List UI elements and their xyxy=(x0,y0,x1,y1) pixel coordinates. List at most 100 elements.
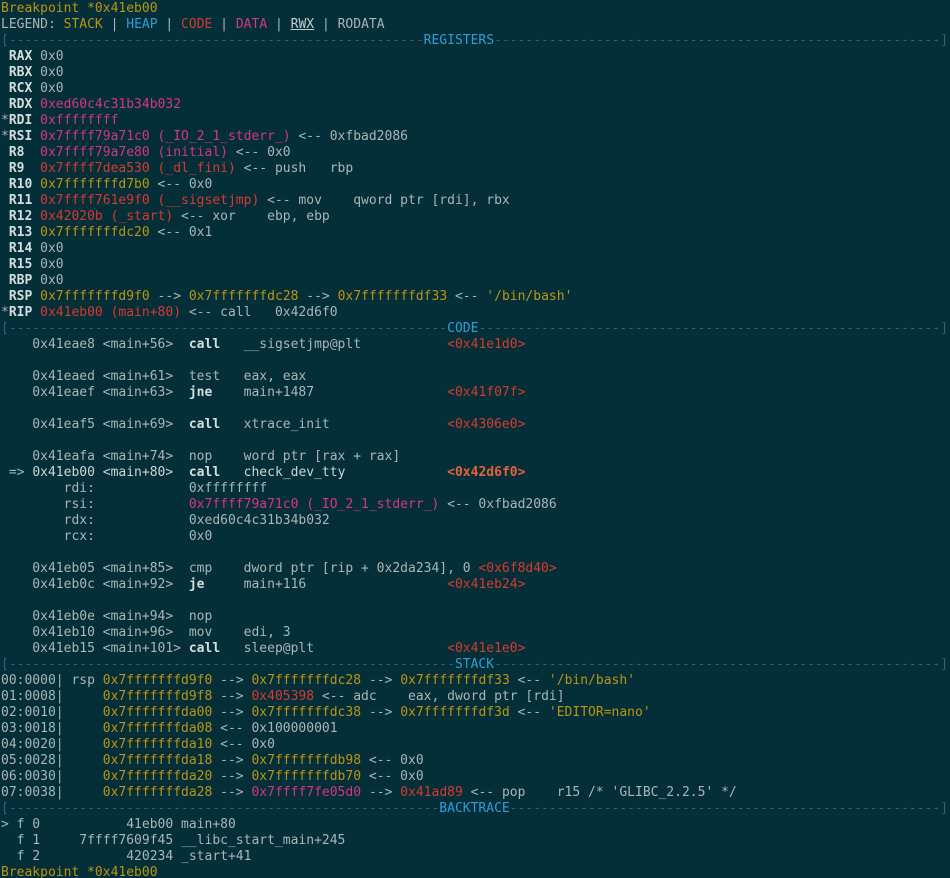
text-segment: 0x41eb00 <main+80> xyxy=(32,465,189,480)
text-segment: '/bin/bash' xyxy=(549,673,635,688)
register-row: R12 0x42020b (_start) <-- xor ebp, ebp xyxy=(1,209,950,225)
debugger-terminal[interactable]: Breakpoint *0x41eb00LEGEND: STACK | HEAP… xyxy=(0,0,950,878)
text-segment: 06:0030| xyxy=(1,769,103,784)
text-segment: 0x7fffffffd7b0 xyxy=(40,177,150,192)
text-segment: R12 xyxy=(1,209,40,224)
breakpoint-banner: Breakpoint *0x41eb00 xyxy=(1,1,950,17)
text-segment: 0x7fffffffdb70 xyxy=(251,769,361,784)
text-segment: 0x41eb00 (main+80) xyxy=(40,305,181,320)
text-segment: 0x0 xyxy=(40,49,63,64)
text-segment: R8 xyxy=(1,145,40,160)
backtrace-row: f 1 7ffff7609f45 __libc_start_main+245 xyxy=(1,833,950,849)
text-segment: | xyxy=(267,17,290,32)
text-segment: <-- 0x1 xyxy=(150,225,213,240)
stack-row: 00:0000| rsp 0x7fffffffd9f0 --> 0x7fffff… xyxy=(1,673,950,689)
register-row: R11 0x7ffff761e9f0 (__sigsetjmp) <-- mov… xyxy=(1,193,950,209)
text-segment: <-- 0xfbad2086 xyxy=(291,129,408,144)
disasm-row: 0x41eb10 <main+96> mov edi, 3 xyxy=(1,625,950,641)
divider-dashes: [---------------------------------------… xyxy=(1,321,447,336)
text-segment: 0xed60c4c31b34b032 xyxy=(40,97,181,112)
text-segment: CODE xyxy=(181,17,212,32)
text-segment: RDX xyxy=(1,97,40,112)
backtrace-divider: [---------------------------------------… xyxy=(1,801,950,817)
text-segment: 0x7fffffffdc28 xyxy=(251,673,361,688)
text-segment: <-- 0x0 xyxy=(212,737,275,752)
text-segment: <-- 0x0 xyxy=(361,769,424,784)
registers-divider: [---------------------------------------… xyxy=(1,33,950,49)
stack-row: 04:0020| 0x7fffffffda10 <-- 0x0 xyxy=(1,737,950,753)
text-segment: <0x4306e0> xyxy=(447,417,525,432)
text-segment: RCX xyxy=(1,81,40,96)
code-divider: [---------------------------------------… xyxy=(1,321,950,337)
text-segment: 0x7fffffffda20 xyxy=(103,769,213,784)
divider-dashes: [---------------------------------------… xyxy=(1,801,439,816)
text-segment: R11 xyxy=(1,193,40,208)
text-segment: call xyxy=(189,417,220,432)
text-segment: 0x41eafa <main+74> xyxy=(1,449,189,464)
blank-row xyxy=(1,593,950,609)
text-segment: RSP xyxy=(1,289,40,304)
text-segment: 0xffffffff xyxy=(189,481,267,496)
section-title: BACKTRACE xyxy=(439,801,509,816)
text-segment: test eax, eax xyxy=(189,369,306,384)
text-segment: 0x41ad89 xyxy=(400,785,463,800)
text-segment: <-- 0x0 xyxy=(228,145,291,160)
text-segment: 0x0 xyxy=(40,273,63,288)
text-segment: * xyxy=(1,113,9,128)
text-segment: | xyxy=(212,17,235,32)
text-segment: 0x7fffffffdc28 xyxy=(189,289,299,304)
text-segment: 0x7fffffffdc20 xyxy=(40,225,150,240)
text-segment: 0x0 xyxy=(40,241,63,256)
text-segment: RSI xyxy=(9,129,40,144)
text-segment: --> xyxy=(150,289,189,304)
text-segment: --> xyxy=(212,753,251,768)
text-segment: <0x42d6f0> xyxy=(447,465,525,480)
text-segment: <-- 0x100000001 xyxy=(212,721,337,736)
text-segment: * xyxy=(1,129,9,144)
text-segment: main+116 xyxy=(205,577,448,592)
text-segment: 0x7ffff79a71c0 (_IO_2_1_stderr_) xyxy=(40,129,290,144)
text-segment: => xyxy=(1,465,32,480)
section-title: CODE xyxy=(447,321,478,336)
text-segment: 0x7fffffffdf33 xyxy=(338,289,448,304)
text-segment: | xyxy=(103,17,126,32)
divider-dashes: ----------------------------------------… xyxy=(478,321,948,336)
register-row: *RIP 0x41eb00 (main+80) <-- call 0x42d6f… xyxy=(1,305,950,321)
text-segment: 0x7fffffffd9f0 xyxy=(103,673,213,688)
call-arg-row: rsi: 0x7ffff79a71c0 (_IO_2_1_stderr_) <-… xyxy=(1,497,950,513)
text-segment: call xyxy=(189,465,220,480)
text-segment: --> xyxy=(361,673,400,688)
register-row: RSP 0x7fffffffd9f0 --> 0x7fffffffdc28 --… xyxy=(1,289,950,305)
register-row: R15 0x0 xyxy=(1,257,950,273)
stack-row: 02:0010| 0x7fffffffda00 --> 0x7fffffffdc… xyxy=(1,705,950,721)
stack-divider: [---------------------------------------… xyxy=(1,657,950,673)
text-segment: nop word ptr [rax + rax] xyxy=(189,449,400,464)
register-row: *RSI 0x7ffff79a71c0 (_IO_2_1_stderr_) <-… xyxy=(1,129,950,145)
text-segment: <-- 0xfbad2086 xyxy=(439,497,556,512)
text-segment: nop xyxy=(189,609,212,624)
text-segment: 0x7fffffffd9f0 xyxy=(40,289,150,304)
text-segment: 0x7fffffffdf3d xyxy=(400,705,510,720)
text-segment: <0x41e1d0> xyxy=(447,337,525,352)
text-segment: --> xyxy=(212,769,251,784)
text-segment: 07:0038| xyxy=(1,785,103,800)
divider-dashes: [---------------------------------------… xyxy=(1,657,455,672)
text-segment: 0x7fffffffda28 xyxy=(103,785,213,800)
text-segment: 0x7ffff79a7e80 (initial) xyxy=(40,145,228,160)
text-segment: 0x41eaed <main+61> xyxy=(1,369,189,384)
text-segment: 0x7fffffffd9f8 xyxy=(103,689,213,704)
text-segment: xtrace_init xyxy=(220,417,447,432)
blank-row xyxy=(1,545,950,561)
text-segment: <0x6f8d40> xyxy=(478,561,556,576)
stack-row: 07:0038| 0x7fffffffda28 --> 0x7ffff7fe05… xyxy=(1,785,950,801)
divider-dashes: ----------------------------------------… xyxy=(494,33,948,48)
blank-row xyxy=(1,401,950,417)
text-segment: mov edi, 3 xyxy=(189,625,291,640)
text-segment: 0x7fffffffdf33 xyxy=(400,673,510,688)
text-segment: --> xyxy=(212,705,251,720)
register-row: RAX 0x0 xyxy=(1,49,950,65)
disasm-row: 0x41eb0e <main+94> nop xyxy=(1,609,950,625)
text-segment: R9 xyxy=(1,161,40,176)
text-segment: > f 0 41eb00 main+80 xyxy=(1,817,236,832)
text-segment: <0x41eb24> xyxy=(447,577,525,592)
